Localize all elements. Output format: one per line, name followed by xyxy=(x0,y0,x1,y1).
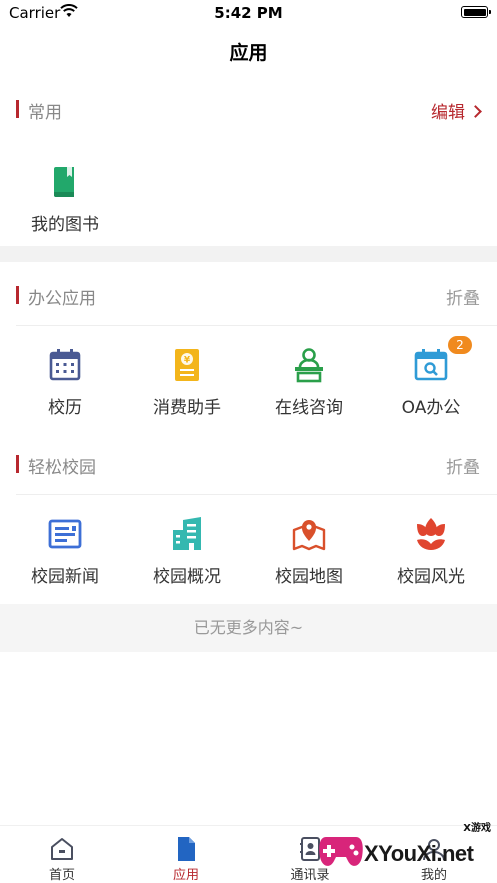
watermark-text: XYouXi.net xyxy=(364,841,474,866)
section-title: 办公应用 xyxy=(28,289,96,309)
section-accent-bar xyxy=(16,455,19,473)
app-campus-scenery[interactable]: 校园风光 xyxy=(376,516,486,587)
divider xyxy=(16,494,497,495)
app-label: 消费助手 xyxy=(153,398,221,418)
section-header-common: 常用 编辑 xyxy=(0,91,497,127)
edit-button-label: 编辑 xyxy=(431,103,465,123)
app-label: 校园概况 xyxy=(153,567,221,587)
svg-text:¥: ¥ xyxy=(184,356,191,366)
section-accent-bar xyxy=(16,100,19,118)
home-icon xyxy=(51,838,73,860)
divider xyxy=(16,325,497,326)
no-more-content-note: 已无更多内容~ xyxy=(0,604,497,652)
collapse-button[interactable]: 折叠 xyxy=(446,453,480,478)
app-school-calendar[interactable]: 校历 xyxy=(10,347,120,418)
battery-icon xyxy=(461,6,491,18)
app-consumption-assistant[interactable]: ¥ 消费助手 xyxy=(132,347,242,418)
status-time: 5:42 PM xyxy=(214,4,283,22)
app-label: 校园新闻 xyxy=(31,567,99,587)
tab-label: 应用 xyxy=(172,868,199,883)
site-watermark: X游戏 XYouXi.net xyxy=(316,817,491,879)
chevron-right-icon xyxy=(469,105,482,118)
app-label: 在线咨询 xyxy=(275,398,343,418)
book-icon xyxy=(54,167,74,197)
notification-badge: 2 xyxy=(448,336,472,354)
app-label: 校园风光 xyxy=(397,567,465,587)
tab-label: 首页 xyxy=(48,868,75,883)
app-label: OA办公 xyxy=(401,398,461,418)
section-header-office: 办公应用 折叠 xyxy=(0,277,497,313)
page-title: 应用 xyxy=(229,42,268,64)
collapse-button[interactable]: 折叠 xyxy=(446,284,480,309)
app-campus-map[interactable]: 校园地图 xyxy=(254,516,364,587)
app-label: 校历 xyxy=(48,398,82,418)
calendar-icon xyxy=(49,349,81,381)
section-title: 轻松校园 xyxy=(28,458,96,478)
yuan-document-icon: ¥ xyxy=(175,349,199,381)
section-header-campus: 轻松校园 折叠 xyxy=(0,446,497,482)
map-pin-icon xyxy=(292,520,326,551)
app-campus-overview[interactable]: 校园概况 xyxy=(132,516,242,587)
section-accent-bar xyxy=(16,286,19,304)
flower-icon xyxy=(417,518,445,550)
gamepad-logo-icon xyxy=(319,837,363,866)
watermark-small-text: X游戏 xyxy=(463,823,491,834)
tab-home[interactable]: 首页 xyxy=(0,826,124,883)
app-label: 校园地图 xyxy=(275,567,343,587)
app-oa-office[interactable]: OA办公 xyxy=(376,347,486,418)
app-label: 我的图书 xyxy=(31,215,99,235)
calendar-search-icon xyxy=(414,349,448,381)
app-campus-news[interactable]: 校园新闻 xyxy=(10,516,120,587)
section-title: 常用 xyxy=(28,103,62,123)
status-bar: Carrier 5:42 PM xyxy=(0,0,497,26)
edit-button[interactable]: 编辑 xyxy=(431,98,482,123)
consult-person-icon xyxy=(295,348,323,383)
app-online-consult[interactable]: 在线咨询 xyxy=(254,347,364,418)
app-my-books[interactable]: 我的图书 xyxy=(10,164,120,235)
building-icon xyxy=(173,517,201,550)
document-icon xyxy=(178,837,195,861)
tab-apps[interactable]: 应用 xyxy=(124,826,248,883)
section-separator xyxy=(0,246,497,262)
news-icon xyxy=(48,519,82,549)
